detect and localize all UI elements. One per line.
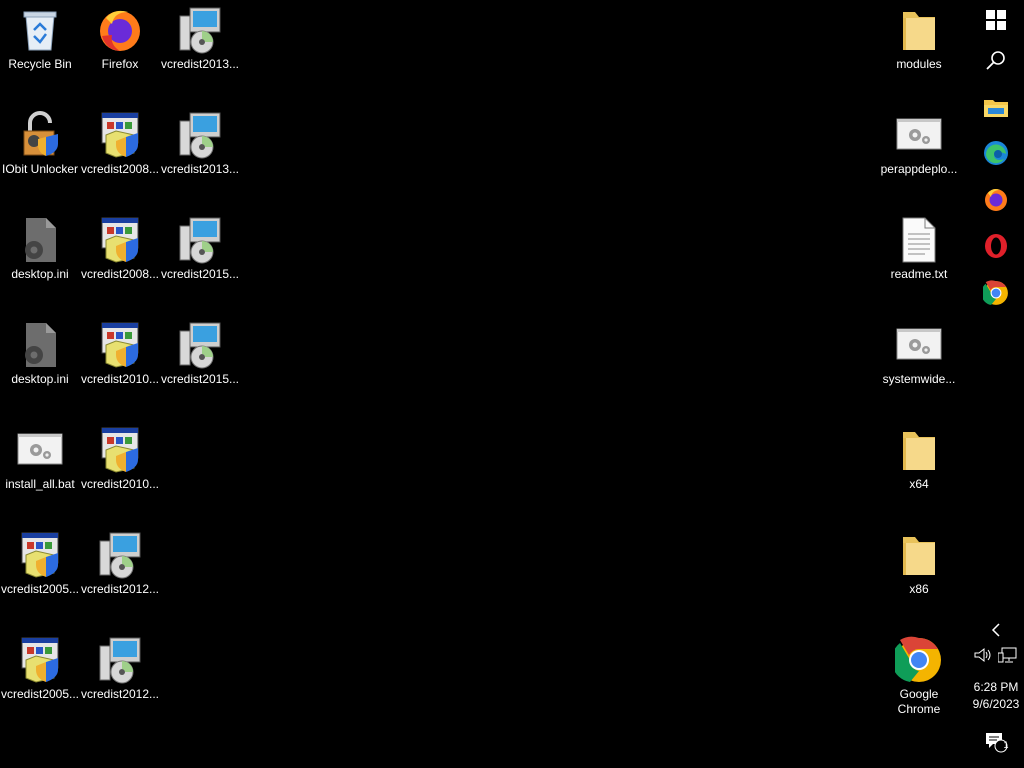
desktop-icon-label: systemwide... xyxy=(882,372,956,386)
desktop-icon-label: readme.txt xyxy=(890,267,948,281)
folder-icon xyxy=(895,426,943,474)
desktop-icon-label: Recycle Bin xyxy=(8,57,72,71)
installer-cd-icon xyxy=(176,321,224,369)
desktop-icon-label: vcredist2010... xyxy=(80,477,160,491)
desktop-icon-x64[interactable]: x64 xyxy=(879,420,959,520)
firefox-icon xyxy=(985,189,1007,211)
batch-file-icon xyxy=(895,111,943,159)
batch-file-icon xyxy=(16,426,64,474)
desktop-icon-label: install_all.bat xyxy=(5,477,75,491)
network-icon[interactable] xyxy=(998,647,1018,663)
desktop-icon-label: vcredist2013... xyxy=(160,57,240,71)
desktop-icon-label: IObit Unlocker xyxy=(1,162,79,176)
search-button[interactable] xyxy=(978,42,1014,78)
file-explorer-button[interactable] xyxy=(978,89,1014,125)
installer-window-icon xyxy=(96,426,144,474)
desktop-icon-vcredist2005-b[interactable]: vcredist2005... xyxy=(0,630,80,730)
chrome-taskbar-button[interactable] xyxy=(978,275,1014,311)
desktop-icon-label: vcredist2005... xyxy=(0,687,80,701)
desktop-icon-label: vcredist2010... xyxy=(80,372,160,386)
notification-count-badge: 1 xyxy=(1003,740,1009,750)
chevron-left-icon xyxy=(991,623,1000,637)
text-file-icon xyxy=(895,216,943,264)
tray-icons xyxy=(974,644,1018,666)
desktop-icon-label: x64 xyxy=(909,477,929,491)
firefox-taskbar-button[interactable] xyxy=(978,182,1014,218)
desktop-icon-vcredist2013-b[interactable]: vcredist2013... xyxy=(160,105,240,205)
chrome-icon xyxy=(983,280,1009,306)
opera-button[interactable] xyxy=(978,228,1014,264)
desktop-icon-vcredist2008-a[interactable]: vcredist2008... xyxy=(80,105,160,205)
installer-cd-icon xyxy=(176,111,224,159)
desktop-icon-vcredist2015-b[interactable]: vcredist2015... xyxy=(160,315,240,415)
action-center-button[interactable]: 1 xyxy=(978,724,1014,760)
search-icon xyxy=(986,51,1005,70)
desktop-icon-vcredist2015-a[interactable]: vcredist2015... xyxy=(160,210,240,310)
desktop-icon-label: desktop.ini xyxy=(11,372,69,386)
firefox-icon xyxy=(96,6,144,54)
desktop-icon-readme[interactable]: readme.txt xyxy=(879,210,959,310)
installer-window-icon xyxy=(16,636,64,684)
desktop-icon-label: modules xyxy=(896,57,942,71)
desktop-icon-label: vcredist2015... xyxy=(160,267,240,281)
installer-window-icon xyxy=(96,321,144,369)
chrome-icon xyxy=(895,636,943,684)
desktop-icon-vcredist2012-b[interactable]: vcredist2012... xyxy=(80,630,160,730)
desktop-icon-label: Google Chrome xyxy=(897,687,941,716)
desktop-icon-x86[interactable]: x86 xyxy=(879,525,959,625)
desktop-icon-vcredist2010-a[interactable]: vcredist2010... xyxy=(80,315,160,415)
desktop-icon-google-chrome[interactable]: Google Chrome xyxy=(879,630,959,740)
desktop-icon-modules[interactable]: modules xyxy=(879,0,959,100)
desktop-icon-label: desktop.ini xyxy=(11,267,69,281)
volume-icon[interactable] xyxy=(974,647,994,663)
desktop-icon-label: Firefox xyxy=(101,57,139,71)
desktop-icon-vcredist2013-a[interactable]: vcredist2013... xyxy=(160,0,240,100)
recycle-bin-icon xyxy=(16,6,64,54)
installer-cd-icon xyxy=(96,636,144,684)
desktop-icon-iobit-unlocker[interactable]: IObit Unlocker xyxy=(0,105,80,205)
show-hidden-icons-button[interactable] xyxy=(978,612,1014,648)
desktop-icon-systemwide[interactable]: systemwide... xyxy=(879,315,959,415)
installer-window-icon xyxy=(96,111,144,159)
desktop-icon-label: x86 xyxy=(909,582,929,596)
desktop-icon-label: perappdeplo... xyxy=(880,162,958,176)
desktop-icon-firefox[interactable]: Firefox xyxy=(80,0,160,100)
desktop-icon-recycle-bin[interactable]: Recycle Bin xyxy=(0,0,80,100)
desktop-icon-label: vcredist2005... xyxy=(0,582,80,596)
desktop-icon-desktop-ini-b[interactable]: desktop.ini xyxy=(0,315,80,415)
installer-window-icon xyxy=(16,531,64,579)
installer-cd-icon xyxy=(96,531,144,579)
start-button[interactable] xyxy=(978,2,1014,38)
desktop-icon-install-all-bat[interactable]: install_all.bat xyxy=(0,420,80,520)
desktop-icon-label: vcredist2015... xyxy=(160,372,240,386)
file-explorer-icon xyxy=(984,100,1008,117)
desktop-icon-label: vcredist2008... xyxy=(80,162,160,176)
opera-icon xyxy=(985,234,1007,258)
batch-file-icon xyxy=(895,321,943,369)
taskbar: 6:28 PM 9/6/2023 1 xyxy=(968,0,1024,768)
desktop-icon-vcredist2005-a[interactable]: vcredist2005... xyxy=(0,525,80,625)
edge-icon xyxy=(984,141,1008,165)
desktop-icon-vcredist2008-b[interactable]: vcredist2008... xyxy=(80,210,160,310)
start-windows-icon xyxy=(986,10,1006,30)
desktop-icon-perappdeplo[interactable]: perappdeplo... xyxy=(879,105,959,205)
desktop-icon-desktop-ini-a[interactable]: desktop.ini xyxy=(0,210,80,310)
desktop-icon-vcredist2012-a[interactable]: vcredist2012... xyxy=(80,525,160,625)
desktop-icon-label: vcredist2013... xyxy=(160,162,240,176)
folder-icon xyxy=(895,6,943,54)
installer-cd-icon xyxy=(176,216,224,264)
installer-cd-icon xyxy=(176,6,224,54)
clock-time[interactable]: 6:28 PM xyxy=(968,679,1024,695)
installer-window-icon xyxy=(96,216,144,264)
desktop-icon-vcredist2010-b[interactable]: vcredist2010... xyxy=(80,420,160,520)
settings-file-icon xyxy=(16,321,64,369)
desktop-icon-label: vcredist2008... xyxy=(80,267,160,281)
iobit-unlocker-icon xyxy=(16,111,64,159)
clock-date[interactable]: 9/6/2023 xyxy=(968,696,1024,712)
desktop-icon-label: vcredist2012... xyxy=(80,582,160,596)
folder-icon xyxy=(895,531,943,579)
desktop-icon-label: vcredist2012... xyxy=(80,687,160,701)
settings-file-icon xyxy=(16,216,64,264)
edge-button[interactable] xyxy=(978,135,1014,171)
